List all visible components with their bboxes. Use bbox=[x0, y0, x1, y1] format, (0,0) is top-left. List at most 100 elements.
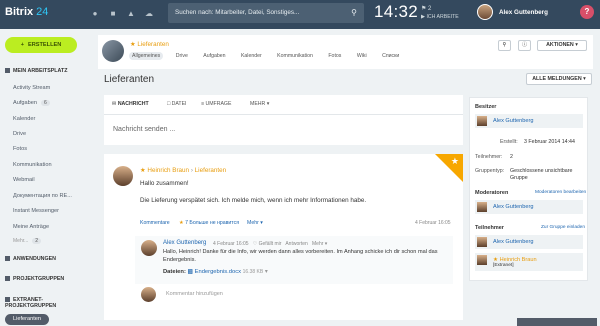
tab-kalender[interactable]: Kalender bbox=[238, 52, 265, 60]
edit-moderators-link[interactable]: Moderatoren bearbeiten bbox=[535, 190, 586, 195]
chevron-right-icon bbox=[5, 276, 10, 282]
sidebar: + ERSTELLEN MEIN ARBEITSPLATZ Activity St… bbox=[0, 29, 89, 326]
actions-button[interactable]: AKTIONEN ▾ bbox=[537, 40, 587, 51]
owner-card[interactable]: Alex Guttenberg bbox=[475, 114, 583, 128]
post-author[interactable]: ★ Heinrich Braun › Lieferanten bbox=[140, 167, 226, 174]
tab-kommunikation[interactable]: Kommunikation bbox=[274, 52, 316, 60]
comment-files: Dateien: ▩ Endergebnis.docx 16.38 KB ▾ bbox=[163, 269, 268, 275]
sidebar-item-kalender[interactable]: Kalender bbox=[13, 116, 35, 122]
avatar[interactable] bbox=[113, 166, 133, 186]
tab-fotos[interactable]: Fotos bbox=[325, 52, 344, 60]
cloud-icon[interactable]: ☁ bbox=[144, 9, 154, 19]
sidebar-item-docs[interactable]: Документация по RE... bbox=[13, 193, 72, 199]
avatar[interactable] bbox=[141, 240, 157, 256]
chevron-down-icon[interactable]: ▾ bbox=[265, 269, 268, 275]
type-label: Gruppentyp: bbox=[475, 168, 505, 174]
chevron-right-icon bbox=[5, 256, 10, 262]
participant-card[interactable]: ★ Heinrich Braun [Extranet] bbox=[475, 253, 583, 271]
likes-link[interactable]: ★ 7 Больше не нравится bbox=[179, 220, 239, 226]
owner-title: Besitzer bbox=[475, 104, 497, 110]
sidebar-item-lieferanten[interactable]: Lieferanten bbox=[5, 314, 49, 325]
sidebar-section-apps[interactable]: ANWENDUNGEN bbox=[5, 256, 56, 262]
tab-drive[interactable]: Drive bbox=[173, 52, 191, 60]
sidebar-item-aufgaben[interactable]: Aufgaben 6 bbox=[13, 100, 50, 106]
search-icon[interactable]: ⚲ bbox=[351, 8, 357, 17]
add-comment-input[interactable]: Kommentar hinzufügen bbox=[166, 291, 223, 297]
help-button[interactable]: ? bbox=[580, 5, 594, 19]
tab-datei[interactable]: □ DATEI bbox=[167, 101, 186, 107]
message-input[interactable]: Nachricht senden ... bbox=[113, 126, 175, 133]
created-value: 3 Februar 2014 14:44 bbox=[524, 139, 575, 145]
sidebar-item-drive[interactable]: Drive bbox=[13, 131, 26, 137]
group-search-button[interactable]: ⚲ bbox=[498, 40, 511, 51]
comment-more-link[interactable]: Mehr ▾ bbox=[312, 241, 327, 247]
sidebar-item-antraege[interactable]: Meine Anträge bbox=[13, 224, 49, 230]
filter-button[interactable]: ALLE MELDUNGEN ▾ bbox=[526, 73, 592, 85]
post-greeting: Hallo zusammen! bbox=[140, 180, 189, 187]
file-icon: □ bbox=[167, 101, 171, 107]
created-label: Erstellt: bbox=[500, 139, 518, 145]
avatar[interactable] bbox=[477, 4, 493, 20]
user-name[interactable]: Alex Guttenberg bbox=[499, 9, 548, 16]
comments-link[interactable]: Kommentare bbox=[140, 220, 170, 226]
sidebar-item-webmail[interactable]: Webmail bbox=[13, 177, 35, 183]
video-icon[interactable]: ▲ bbox=[126, 9, 136, 19]
tab-mehr[interactable]: MEHR ▾ bbox=[250, 101, 269, 107]
sidebar-section-extranet[interactable]: EXTRANET-PROJEKTGRUPPEN bbox=[5, 297, 89, 309]
group-name[interactable]: ★ Lieferanten bbox=[130, 41, 169, 48]
tab-umfrage[interactable]: ≡ UMFRAGE bbox=[201, 101, 231, 107]
tab-wiki[interactable]: Wiki bbox=[354, 52, 370, 60]
bell-icon[interactable]: ● bbox=[90, 9, 100, 19]
star-icon[interactable]: ★ bbox=[451, 156, 459, 167]
avatar bbox=[477, 255, 487, 265]
search-input[interactable]: Suchen nach: Mitarbeiter, Datei, Sonstig… bbox=[168, 3, 364, 23]
participants-title: Teilnehmer bbox=[475, 225, 504, 231]
logo[interactable]: Bitrix 24 bbox=[5, 6, 48, 18]
tasks-counter[interactable]: ⚑ 2 bbox=[421, 5, 431, 12]
members-value: 2 bbox=[510, 154, 513, 160]
post-body: Die Lieferung verspätet sich. Ich melde … bbox=[140, 197, 367, 204]
like-link[interactable]: ♡ Gefällt mir bbox=[253, 241, 282, 247]
comment: Alex Guttenberg 4 Februar 16:05 ♡ Gefäll… bbox=[135, 236, 453, 284]
count-badge: 2 bbox=[32, 238, 42, 244]
comment-text: Hallo, Heinrich! Danke für die Info, wir… bbox=[163, 249, 438, 263]
sidebar-section-workplace[interactable]: MEIN ARBEITSPLATZ bbox=[5, 68, 67, 74]
tab-lists[interactable]: Списки bbox=[379, 52, 402, 60]
tab-aufgaben[interactable]: Aufgaben bbox=[200, 52, 228, 60]
work-status[interactable]: ▶ ICH ARBEITE bbox=[421, 14, 459, 20]
info-icon: ⓘ bbox=[521, 42, 528, 48]
sidebar-item-kommunikation[interactable]: Kommunikation bbox=[13, 162, 52, 168]
page-title: Lieferanten bbox=[104, 74, 155, 85]
tab-allgemeines[interactable]: Allgemeines bbox=[129, 52, 164, 60]
sidebar-item-more[interactable]: Mehr... 2 bbox=[13, 238, 42, 244]
participant-card[interactable]: Alex Guttenberg bbox=[475, 235, 583, 249]
sidebar-item-messenger[interactable]: Instant Messenger bbox=[13, 208, 59, 214]
more-link[interactable]: Mehr ▾ bbox=[247, 220, 263, 226]
moderator-card[interactable]: Alex Guttenberg bbox=[475, 200, 583, 214]
avatar bbox=[141, 287, 156, 302]
clock: 14:32 bbox=[374, 2, 419, 21]
search-icon: ⚲ bbox=[502, 42, 507, 48]
count-badge: 6 bbox=[40, 100, 50, 106]
chevron-down-icon bbox=[5, 68, 10, 74]
file-link[interactable]: ▩ Endergebnis.docx bbox=[188, 269, 242, 275]
sidebar-section-groups[interactable]: PROJEKTGRUPPEN bbox=[5, 276, 64, 282]
avatar bbox=[477, 237, 487, 247]
docx-icon: ▩ bbox=[187, 269, 193, 275]
sidebar-item-activity-stream[interactable]: Activity Stream bbox=[13, 85, 50, 91]
create-button[interactable]: + ERSTELLEN bbox=[5, 37, 77, 53]
divider bbox=[104, 114, 463, 115]
group-header: ★ Lieferanten Allgemeines Drive Aufgaben… bbox=[98, 35, 593, 69]
feed-post: ★ ★ Heinrich Braun › Lieferanten Hallo z… bbox=[104, 154, 463, 320]
reply-link[interactable]: Antworten bbox=[285, 241, 308, 247]
sidebar-item-fotos[interactable]: Fotos bbox=[13, 146, 27, 152]
avatar bbox=[477, 202, 487, 212]
info-button[interactable]: ⓘ bbox=[518, 40, 531, 51]
tab-nachricht[interactable]: ✉ NACHRICHT bbox=[112, 101, 149, 107]
comment-author[interactable]: Alex Guttenberg bbox=[163, 240, 206, 246]
chat-icon[interactable]: ■ bbox=[108, 9, 118, 19]
invite-link[interactable]: Zur Gruppe einladen bbox=[541, 225, 585, 230]
bottom-button[interactable] bbox=[517, 318, 597, 326]
top-bar: Bitrix 24 ● ■ ▲ ☁ Suchen nach: Mitarbeite… bbox=[0, 0, 600, 29]
chevron-down-icon bbox=[5, 297, 10, 303]
